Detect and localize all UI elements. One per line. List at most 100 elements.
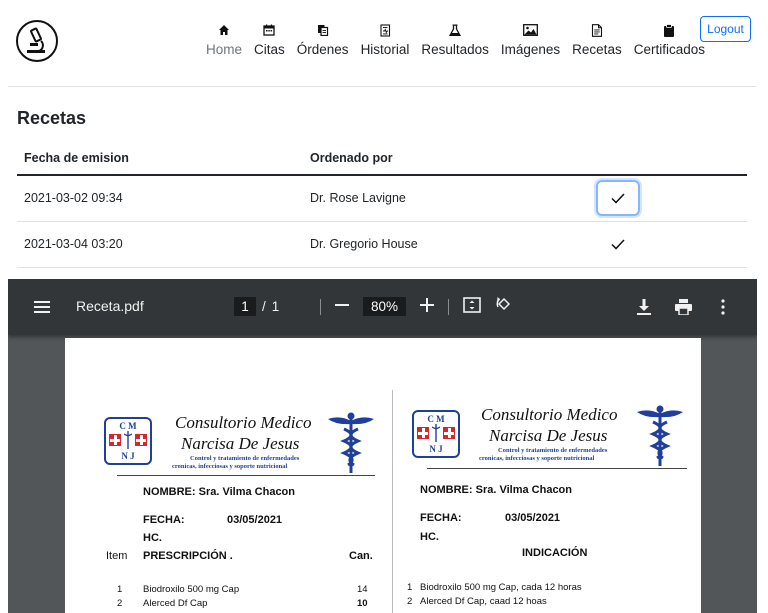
pdf-toolbar: Receta.pdf 1 / 1 80% — [8, 279, 757, 335]
date-value: 03/05/2021 — [227, 514, 283, 526]
date-label: FECHA: — [420, 512, 462, 524]
clinic-subtitle-line1: Control y tratamiento de enfermedades — [190, 455, 300, 462]
column-header-action — [589, 143, 747, 176]
zoom-in-icon[interactable] — [420, 298, 435, 315]
nav-historial[interactable]: Historial — [355, 22, 416, 57]
prescriptions-table: Fecha de emision Ordenado por 2021-03-02… — [17, 143, 747, 268]
flask-icon — [449, 22, 462, 38]
download-icon[interactable] — [635, 298, 653, 316]
nav-resultados-label: Resultados — [421, 42, 489, 57]
nav-certificados[interactable]: Certificados — [628, 22, 711, 57]
nav-home[interactable]: Home — [200, 22, 248, 57]
file-text-icon — [591, 22, 603, 38]
item-number: 2 — [407, 596, 413, 607]
nav-citas-label: Citas — [254, 42, 285, 57]
column-header-date: Fecha de emision — [17, 143, 303, 176]
nav-ordenes[interactable]: Órdenes — [291, 22, 355, 57]
pdf-page: C M N J Consultorio Medico Narcisa De Je… — [65, 338, 701, 613]
print-icon[interactable] — [674, 298, 692, 316]
files-icon — [317, 22, 329, 38]
toolbar-separator — [320, 298, 321, 315]
date-label: FECHA: — [143, 514, 185, 526]
nav-ordenes-label: Órdenes — [296, 42, 349, 57]
row-date: 2021-03-04 03:20 — [17, 221, 303, 268]
item-number: 1 — [117, 584, 123, 595]
prescription-header: PRESCRIPCIÓN . — [143, 550, 233, 562]
item-indication: Alerced Df Cap, caad 12 hoas — [420, 596, 547, 607]
hc-label: HC. — [420, 531, 439, 543]
item-name: Biodroxilo 500 mg Cap — [143, 584, 240, 595]
caduceus-logo-icon — [635, 404, 685, 466]
nav-recetas[interactable]: Recetas — [566, 22, 628, 57]
fit-page-icon[interactable] — [463, 297, 481, 316]
hc-label: HC. — [143, 532, 162, 544]
item-number: 2 — [117, 598, 123, 609]
view-prescription-button[interactable] — [596, 226, 640, 262]
pdf-filename: Receta.pdf — [76, 298, 144, 314]
zoom-out-icon[interactable] — [335, 298, 349, 315]
prescription-left: C M N J Consultorio Medico Narcisa De Je… — [65, 338, 383, 613]
more-options-icon[interactable] — [714, 298, 732, 316]
house-icon — [218, 22, 230, 38]
clinic-subtitle-line2: cronicas, infecciosas y soporte nutricio… — [172, 463, 288, 470]
badge-top-text: C M — [427, 414, 445, 424]
column-header-doctor: Ordenado por — [303, 143, 589, 176]
nav-recetas-label: Recetas — [572, 42, 622, 57]
menu-icon[interactable] — [33, 298, 51, 316]
nav-citas[interactable]: Citas — [248, 22, 291, 57]
clinic-name-line2: Narcisa De Jesus — [489, 426, 608, 445]
header-divider — [8, 86, 756, 87]
pdf-viewer: Receta.pdf 1 / 1 80% C M N J Consultorio… — [8, 279, 757, 613]
microscope-logo-icon[interactable] — [16, 20, 58, 62]
logout-button[interactable]: Logout — [700, 16, 751, 42]
header-rule — [427, 468, 687, 469]
item-indication: Biodroxilo 500 mg Cap, cada 12 horas — [420, 582, 582, 593]
check-icon — [611, 193, 625, 204]
clinic-subtitle-line1: Control y tratamiento de enfermedades — [498, 447, 608, 454]
table-row: 2021-03-04 03:20 Dr. Gregorio House — [17, 221, 747, 268]
badge-top-text: C M — [119, 421, 137, 431]
item-number: 1 — [407, 582, 413, 593]
row-doctor: Dr. Rose Lavigne — [303, 175, 589, 222]
zoom-controls: 80% — [320, 296, 513, 317]
caduceus-logo-icon — [326, 411, 376, 473]
table-header-row: Fecha de emision Ordenado por — [17, 143, 747, 176]
clinic-badge: C M N J — [412, 410, 460, 458]
page-number-input[interactable]: 1 — [234, 297, 256, 316]
red-cross-icon — [135, 434, 147, 446]
page-title: Recetas — [17, 108, 87, 128]
red-cross-icon — [109, 434, 121, 446]
view-prescription-button[interactable] — [596, 180, 640, 217]
page-indicator: 1 / 1 — [234, 297, 279, 316]
prescription-right: C M N J Consultorio Medico Narcisa De Je… — [383, 338, 701, 613]
item-name: Alerced Df Cap — [143, 598, 208, 609]
row-doctor: Dr. Gregorio House — [303, 221, 589, 268]
clipboard-icon — [663, 22, 675, 38]
page-total: 1 — [271, 299, 280, 314]
indication-header: INDICACIÓN — [522, 547, 588, 559]
small-caduceus-icon — [431, 424, 441, 442]
nav-imagenes[interactable]: Imágenes — [495, 22, 566, 57]
clinic-name-line1: Consultorio Medico — [175, 413, 312, 432]
calendar-icon — [263, 22, 276, 38]
badge-bottom-text: N J — [429, 444, 443, 454]
table-row: 2021-03-02 09:34 Dr. Rose Lavigne — [17, 175, 747, 222]
red-cross-icon — [443, 427, 455, 439]
header-rule — [117, 475, 375, 476]
clinic-badge: C M N J — [104, 417, 152, 465]
navbar: Home Citas Órdenes Historial Resultados — [0, 0, 768, 80]
image-icon — [523, 22, 538, 38]
check-icon — [611, 238, 625, 250]
patient-name: NOMBRE: Sra. Vilma Chacon — [143, 486, 295, 498]
journal-icon — [379, 22, 391, 38]
small-caduceus-icon — [123, 431, 133, 449]
zoom-level-input[interactable]: 80% — [363, 297, 407, 316]
date-value: 03/05/2021 — [505, 512, 561, 524]
badge-bottom-text: N J — [121, 451, 135, 461]
clinic-subtitle-line2: cronicas, infecciosas y soporte nutricio… — [479, 455, 595, 462]
nav-imagenes-label: Imágenes — [500, 42, 561, 57]
patient-name: NOMBRE: Sra. Vilma Chacon — [420, 484, 572, 496]
nav-resultados[interactable]: Resultados — [415, 22, 495, 57]
rotate-icon[interactable] — [495, 296, 513, 317]
item-quantity: 14 — [357, 584, 368, 595]
